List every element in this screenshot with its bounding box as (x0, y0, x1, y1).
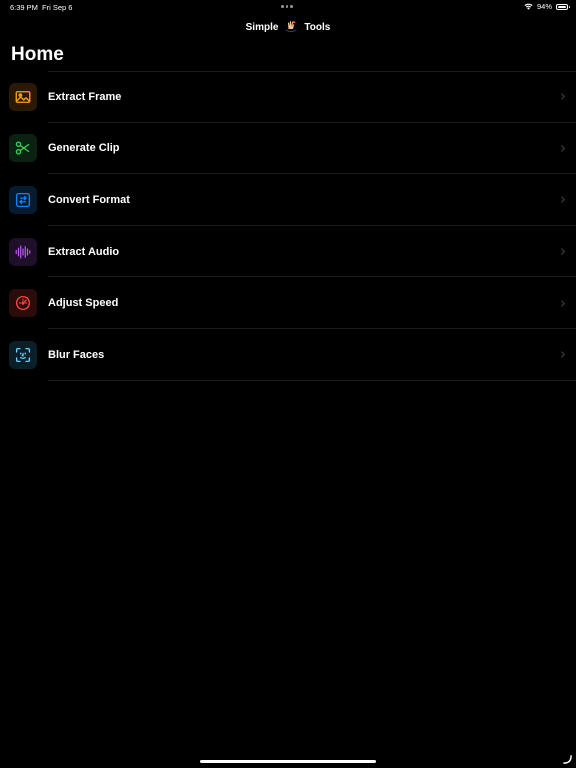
chevron-right-icon (561, 299, 565, 307)
tool-label: Convert Format (48, 193, 130, 206)
waveform-icon (9, 237, 37, 266)
tool-list: Extract Frame Generate Clip Convert Form… (0, 71, 576, 381)
tool-label: Extract Frame (48, 90, 122, 103)
nav-title-right: Tools (304, 21, 331, 33)
tool-row-adjust-speed[interactable]: Adjust Speed (0, 277, 576, 329)
resize-grip-icon[interactable] (563, 755, 572, 764)
chevron-right-icon (561, 248, 565, 255)
convert-arrows-icon (9, 185, 37, 214)
status-bar: 6:39 PM Fri Sep 6 94% (0, 0, 576, 14)
tool-row-extract-audio[interactable]: Extract Audio (0, 226, 576, 278)
chevron-right-icon (561, 196, 565, 204)
photo-icon (9, 82, 37, 111)
tool-label: Extract Audio (48, 245, 120, 258)
home-indicator[interactable] (200, 760, 376, 763)
tool-label: Generate Clip (48, 142, 120, 155)
tool-label: Adjust Speed (48, 297, 119, 310)
chevron-right-icon (561, 145, 565, 152)
tool-row-blur-faces[interactable]: Blur Faces (0, 329, 576, 381)
battery-percentage: 94% (536, 2, 552, 11)
speedometer-icon (9, 289, 37, 318)
chevron-right-icon (561, 351, 565, 359)
scissors-icon (9, 134, 37, 163)
wifi-icon (524, 3, 533, 10)
status-time: 6:39 PM (10, 3, 38, 12)
tool-label: Blur Faces (48, 348, 105, 361)
fish-hand-logo-icon (283, 19, 299, 35)
multitasking-dots-icon[interactable] (281, 5, 293, 8)
chevron-right-icon (561, 93, 565, 101)
tool-row-extract-frame[interactable]: Extract Frame (0, 71, 576, 123)
battery-icon (556, 3, 570, 10)
tool-row-generate-clip[interactable]: Generate Clip (0, 123, 576, 175)
nav-title-left: Simple (245, 21, 279, 33)
tool-row-convert-format[interactable]: Convert Format (0, 174, 576, 226)
nav-title: Simple Tools (0, 19, 576, 35)
page-title: Home (11, 44, 64, 65)
face-scan-icon (9, 340, 37, 369)
status-right: 94% (524, 2, 570, 11)
status-date: Fri Sep 6 (42, 3, 73, 12)
